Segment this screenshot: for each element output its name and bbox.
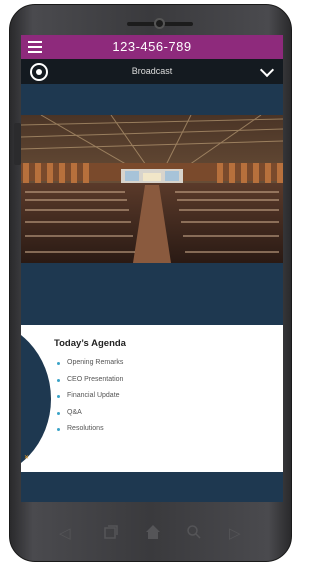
brand-logo: ✕ LUMI [24, 455, 49, 461]
home-icon[interactable] [145, 524, 161, 544]
back-icon[interactable]: ◁ [59, 524, 71, 542]
auditorium-image [21, 115, 283, 263]
app-screen: 123-456-789 Broadcast Today’s Agenda Ope… [21, 35, 283, 502]
agenda-item: Financial Update [57, 392, 123, 409]
recent-apps-icon[interactable] [103, 524, 119, 544]
slide-title: Today’s Agenda [54, 338, 126, 349]
video-stream[interactable] [21, 115, 283, 263]
front-camera [154, 18, 165, 29]
agenda-item: Q&A [57, 409, 123, 426]
system-navbar: ◁ ▷ [21, 512, 283, 550]
broadcast-label: Broadcast [131, 66, 173, 76]
broadcast-selector[interactable]: Broadcast [21, 59, 283, 84]
agenda-item: Resolutions [57, 425, 123, 442]
agenda-item: CEO Presentation [57, 376, 123, 393]
search-icon[interactable] [186, 524, 202, 544]
phone-number: 123-456-789 [112, 39, 192, 54]
agenda-list: Opening Remarks CEO Presentation Financi… [57, 359, 123, 442]
side-button [14, 123, 21, 165]
agenda-slide: Today’s Agenda Opening Remarks CEO Prese… [21, 319, 283, 479]
top-bar: 123-456-789 [21, 35, 283, 59]
agenda-item: Opening Remarks [57, 359, 123, 376]
forward-icon[interactable]: ▷ [229, 524, 241, 542]
